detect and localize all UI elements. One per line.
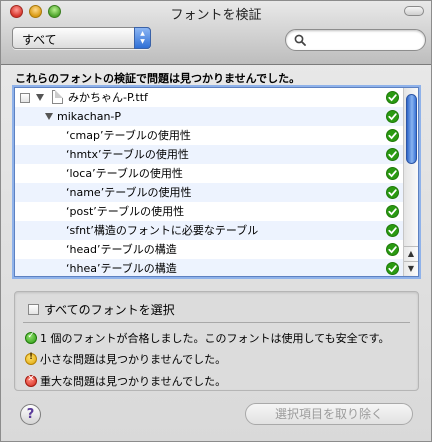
check-label: ‘hmtx’テーブルの使用性 [66, 148, 189, 161]
list-item-check[interactable]: ‘hhea’テーブルの構造 [15, 259, 403, 276]
search-field[interactable] [285, 29, 426, 51]
check-label: ‘post’テーブルの使用性 [66, 205, 185, 218]
document-icon [52, 90, 63, 104]
summary-minor-text: 小さな問題は見つかりませんでした。 [40, 353, 227, 366]
passed-check-icon [386, 262, 399, 275]
check-label: ‘loca’テーブルの使用性 [66, 167, 183, 180]
passed-check-icon [386, 110, 399, 123]
popup-arrows-icon: ▲ ▼ [134, 27, 151, 49]
validation-status-message: これらのフォントの検証で問題は見つかりませんでした。 [15, 72, 301, 85]
toolbar-toggle-button[interactable] [404, 6, 424, 16]
font-name: mikachan-P [57, 110, 122, 123]
summary-minor: ! 小さな問題は見つかりませんでした。 [25, 351, 226, 367]
summary-passed-text: 1 個のフォントが合格しました。このフォントは使用しても安全です。 [40, 332, 390, 345]
passed-check-icon [386, 224, 399, 237]
check-label: ‘name’テーブルの使用性 [66, 186, 192, 199]
list-item-check[interactable]: ‘head’テーブルの構造 [15, 240, 403, 259]
check-label: ‘sfnt’構造のフォントに必要なテーブル [66, 224, 259, 237]
check-label: ‘cmap’テーブルの使用性 [66, 129, 191, 142]
list-item-check[interactable]: ‘hmtx’テーブルの使用性 [15, 145, 403, 164]
select-all-fonts-checkbox[interactable]: すべてのフォントを選択 [28, 301, 175, 318]
passed-check-icon [386, 148, 399, 161]
filter-popup[interactable]: すべて ▲ ▼ [12, 27, 151, 49]
passed-check-icon [386, 186, 399, 199]
remove-selected-button[interactable]: 選択項目を取り除く [245, 403, 413, 425]
help-button[interactable]: ? [20, 404, 41, 425]
search-icon [294, 34, 306, 46]
passed-check-icon [386, 243, 399, 256]
disclosure-triangle-icon[interactable] [36, 94, 44, 101]
scrollbar-thumb[interactable] [406, 94, 417, 164]
list-item-check[interactable]: ‘name’テーブルの使用性 [15, 183, 403, 202]
list-item-check[interactable]: ‘post’テーブルの使用性 [15, 202, 403, 221]
list-item-check[interactable]: ‘cmap’テーブルの使用性 [15, 126, 403, 145]
passed-check-icon [386, 91, 399, 104]
summary-panel: すべてのフォントを選択 ✓ 1 個のフォントが合格しました。このフォントは使用して… [14, 291, 419, 391]
checkbox-box[interactable] [28, 304, 39, 315]
title-toolbar: フォントを検証 すべて ▲ ▼ [1, 1, 431, 65]
passed-check-icon [386, 205, 399, 218]
passed-check-icon [386, 129, 399, 142]
list-item-font-file[interactable]: みかちゃん-P.ttf [15, 88, 403, 107]
list-item-font-name[interactable]: mikachan-P [15, 107, 403, 126]
scroll-down-arrow-icon[interactable]: ▼ [404, 261, 418, 275]
scroll-up-arrow-icon[interactable]: ▲ [404, 246, 418, 260]
passed-check-icon [386, 167, 399, 180]
filter-popup-value: すべて [22, 33, 57, 47]
check-label: ‘hhea’テーブルの構造 [66, 262, 177, 275]
summary-major-text: 重大な問題は見つかりませんでした。 [40, 375, 227, 388]
check-label: ‘head’テーブルの構造 [66, 243, 177, 256]
summary-major: ✕ 重大な問題は見つかりませんでした。 [25, 373, 226, 389]
warning-icon: ! [25, 352, 37, 365]
summary-passed: ✓ 1 個のフォントが合格しました。このフォントは使用しても安全です。 [25, 330, 390, 346]
select-all-label: すべてのフォントを選択 [44, 303, 175, 317]
vertical-scrollbar[interactable]: ▲ ▼ [403, 88, 418, 276]
font-file-checkbox[interactable] [20, 93, 30, 103]
disclosure-triangle-icon[interactable] [45, 113, 53, 120]
checkmark-icon: ✓ [25, 331, 37, 344]
font-file-name: みかちゃん-P.ttf [68, 91, 148, 104]
list-item-check[interactable]: ‘sfnt’構造のフォントに必要なテーブル [15, 221, 403, 240]
divider [23, 322, 410, 323]
validation-results-list[interactable]: みかちゃん-P.ttf mikachan-P ‘cmap’テーブルの使用性 ‘h… [14, 87, 419, 277]
list-item-check[interactable]: ‘loca’テーブルの使用性 [15, 164, 403, 183]
window-title: フォントを検証 [170, 8, 262, 23]
error-icon: ✕ [25, 374, 37, 387]
font-validation-window: フォントを検証 すべて ▲ ▼ これらのフォントの検証で問題は見つかりませんでした… [0, 0, 432, 442]
